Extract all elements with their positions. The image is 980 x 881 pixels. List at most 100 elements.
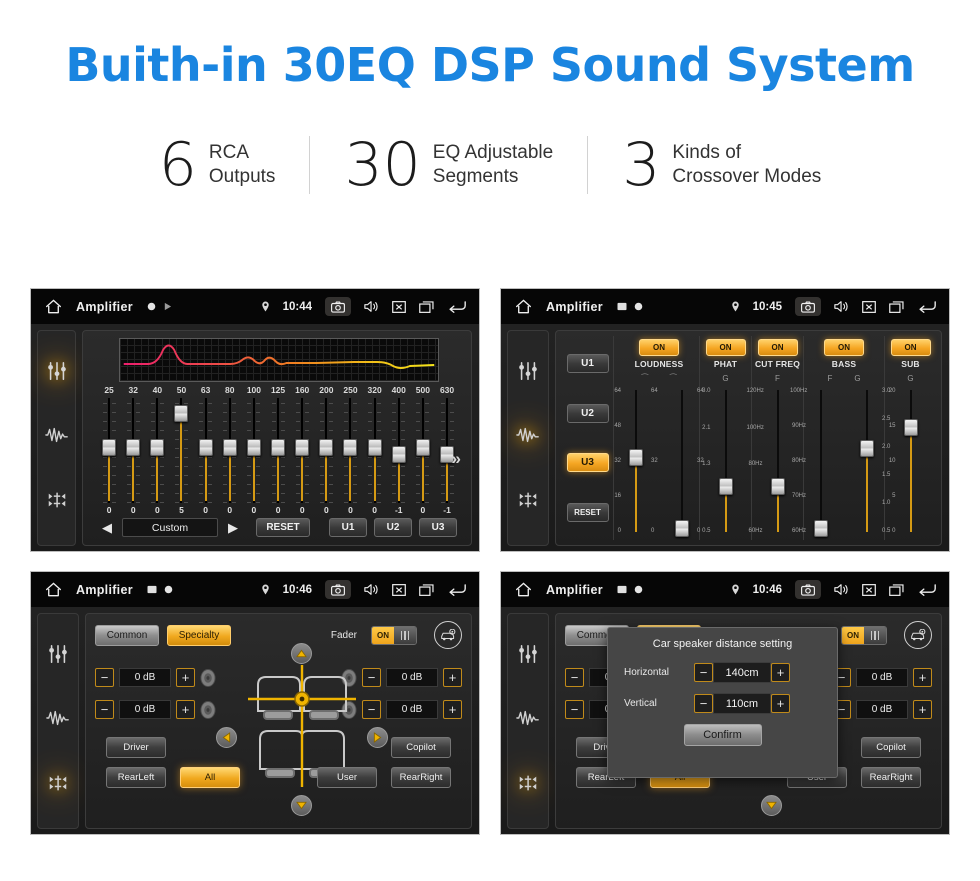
volume-icon[interactable] <box>364 300 379 313</box>
eq-band[interactable]: 0 <box>338 397 362 515</box>
eq-band[interactable]: 0 <box>97 397 121 515</box>
dsp-slider[interactable]: 100Hz 90Hz 80Hz 70Hz 60Hz <box>790 386 836 537</box>
dsp-slider[interactable]: 64 32 0 <box>667 386 704 537</box>
gain-plus-button[interactable]: + <box>443 700 462 719</box>
dsp-slider-knob[interactable] <box>629 449 643 466</box>
vertical-plus-button[interactable]: + <box>771 694 790 713</box>
eq-band[interactable]: 0 <box>411 397 435 515</box>
eq-band-knob[interactable] <box>102 439 117 457</box>
gain-minus-button[interactable]: − <box>565 700 584 719</box>
confirm-button[interactable]: Confirm <box>683 724 762 746</box>
eq-band[interactable]: 0 <box>363 397 387 515</box>
preset-prev-button[interactable]: ◀ <box>99 520 115 536</box>
eq-band[interactable]: 0 <box>290 397 314 515</box>
fader-toggle[interactable]: ON <box>841 625 887 645</box>
eq-band[interactable]: -1 <box>387 397 411 515</box>
preset-u1-button[interactable]: U1 <box>329 518 367 537</box>
preset-user-button[interactable]: User <box>317 767 377 788</box>
screenshot-icon[interactable] <box>325 580 351 599</box>
eq-band-knob[interactable] <box>367 439 382 457</box>
dsp-loudness-toggle[interactable]: ON <box>639 339 679 356</box>
home-icon[interactable] <box>45 582 62 597</box>
gain-plus-button[interactable]: + <box>913 668 932 687</box>
close-icon[interactable] <box>392 583 406 596</box>
gain-plus-button[interactable]: + <box>176 668 195 687</box>
eq-band-knob[interactable] <box>174 405 189 423</box>
back-icon[interactable] <box>917 300 937 313</box>
screenshot-icon[interactable] <box>325 297 351 316</box>
dsp-slider-knob[interactable] <box>903 419 918 436</box>
dsp-slider[interactable]: 3.0 2.1 1.3 0.5 <box>702 386 741 536</box>
preset-all-button[interactable]: All <box>180 767 240 788</box>
preset-next-button[interactable]: ▶ <box>225 520 241 536</box>
eq-band-sliders[interactable]: 0 0 0 5 0 0 0 0 0 0 0 0 -1 0 -1 » <box>97 397 461 515</box>
dsp-reset-button[interactable]: RESET <box>566 502 609 522</box>
sidebar-item-sound-effect[interactable] <box>516 425 540 450</box>
gain-plus-button[interactable]: + <box>176 700 195 719</box>
eq-band-track[interactable] <box>319 398 334 503</box>
dsp-slider-knob[interactable] <box>814 519 828 537</box>
gain-minus-button[interactable]: − <box>565 668 584 687</box>
eq-band-knob[interactable] <box>415 439 430 457</box>
sidebar-item-equalizer[interactable] <box>517 643 539 670</box>
preset-display[interactable]: Custom <box>122 518 218 537</box>
screenshot-icon[interactable] <box>795 580 821 599</box>
preset-u2-button[interactable]: U2 <box>374 518 412 537</box>
eq-band-track[interactable] <box>126 398 141 503</box>
car-settings-icon[interactable] <box>904 621 932 649</box>
eq-band[interactable]: 0 <box>121 397 145 515</box>
close-icon[interactable] <box>392 300 406 313</box>
eq-band-track[interactable] <box>391 398 406 503</box>
dsp-slider[interactable]: 120Hz 100Hz 80Hz 60Hz <box>747 386 793 536</box>
eq-band-knob[interactable] <box>198 439 213 457</box>
preset-driver-button[interactable]: Driver <box>106 737 166 758</box>
eq-band-track[interactable] <box>271 398 286 503</box>
down-arrow-icon[interactable] <box>761 795 782 816</box>
eq-more-bands-button[interactable]: » <box>452 449 461 469</box>
eq-band-knob[interactable] <box>343 439 358 457</box>
gain-minus-button[interactable]: − <box>362 668 381 687</box>
eq-band-knob[interactable] <box>126 439 141 457</box>
sidebar-item-sound-effect[interactable] <box>44 425 69 450</box>
dsp-u3-button[interactable]: U3 <box>566 453 609 473</box>
gain-minus-button[interactable]: − <box>362 700 381 719</box>
back-icon[interactable] <box>447 300 467 313</box>
back-icon[interactable] <box>917 583 937 596</box>
dsp-u1-button[interactable]: U1 <box>566 354 609 374</box>
gain-minus-button[interactable]: − <box>95 700 114 719</box>
preset-copilot-button[interactable]: Copilot <box>861 737 921 758</box>
sidebar-item-equalizer[interactable] <box>517 360 539 387</box>
preset-rearleft-button[interactable]: RearLeft <box>106 767 166 788</box>
close-icon[interactable] <box>862 300 876 313</box>
tab-specialty[interactable]: Specialty <box>167 624 231 646</box>
eq-band-track[interactable] <box>343 398 358 503</box>
eq-band[interactable]: 5 <box>169 397 193 515</box>
dsp-slider[interactable]: 3.0 2.5 2.0 1.5 1.0 0.5 <box>852 386 890 536</box>
preset-rearright-button[interactable]: RearRight <box>391 767 451 788</box>
dsp-slider-knob[interactable] <box>770 477 785 495</box>
horizontal-plus-button[interactable]: + <box>771 663 790 682</box>
eq-band-track[interactable] <box>174 398 189 503</box>
eq-band[interactable]: 0 <box>266 397 290 515</box>
sidebar-item-equalizer[interactable] <box>46 360 68 387</box>
eq-band-knob[interactable] <box>391 446 406 464</box>
dsp-sub-toggle[interactable]: ON <box>890 339 931 356</box>
preset-copilot-button[interactable]: Copilot <box>391 737 451 758</box>
sidebar-item-balance[interactable] <box>517 772 539 799</box>
sidebar-item-equalizer[interactable] <box>47 643 69 670</box>
down-arrow-icon[interactable] <box>291 795 312 816</box>
up-arrow-icon[interactable] <box>291 643 312 664</box>
eq-band[interactable]: 0 <box>218 397 242 515</box>
sidebar-item-sound-effect[interactable] <box>516 708 540 733</box>
home-icon[interactable] <box>45 299 62 314</box>
eq-band-track[interactable] <box>295 398 310 503</box>
dsp-slider-knob[interactable] <box>860 440 874 457</box>
dsp-u2-button[interactable]: U2 <box>566 403 609 423</box>
home-icon[interactable] <box>515 582 532 597</box>
eq-band-track[interactable] <box>102 398 117 503</box>
eq-band-knob[interactable] <box>150 439 165 457</box>
eq-band-track[interactable] <box>222 398 237 503</box>
screenshot-icon[interactable] <box>795 297 821 316</box>
recents-icon[interactable] <box>419 300 434 313</box>
dsp-slider-knob[interactable] <box>675 519 689 537</box>
